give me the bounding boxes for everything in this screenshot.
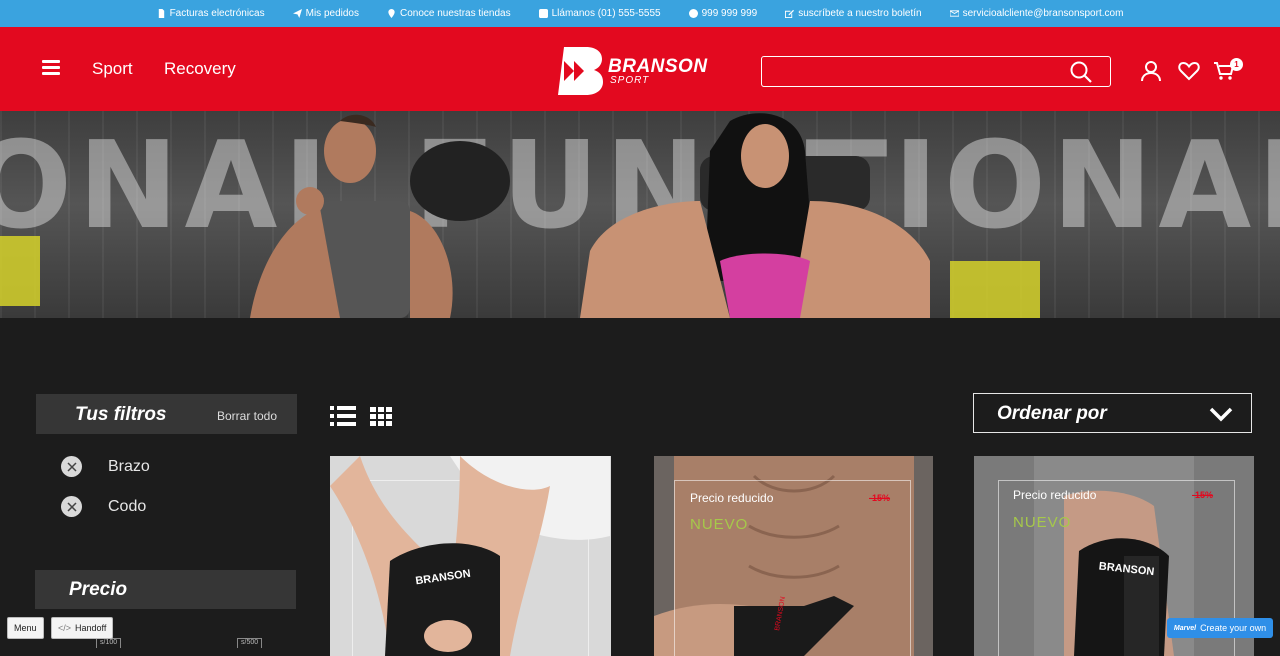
- nav-link-recovery[interactable]: Recovery: [164, 59, 236, 79]
- filters-header: Tus filtros Borrar todo: [36, 394, 297, 434]
- whatsapp-icon: [688, 9, 698, 18]
- price-min-label: s/100: [96, 638, 122, 648]
- top-info-bar: Facturas electrónicas Mis pedidos Conoce…: [0, 0, 1280, 27]
- reduced-price-badge: Precio reducido: [690, 491, 774, 505]
- code-icon: </>: [58, 623, 72, 633]
- map-pin-icon: [388, 9, 395, 18]
- card-frame: [674, 480, 911, 656]
- topbar-item-label: suscríbete a nuestro boletín: [798, 8, 922, 19]
- topbar-item-label: Mis pedidos: [305, 8, 359, 19]
- site-header: Sport Recovery BRANSON SPORT: [0, 27, 1280, 111]
- branson-logo-mark: [558, 47, 603, 95]
- user-icon[interactable]: [1140, 60, 1162, 82]
- phone-icon: [538, 9, 548, 18]
- sort-label: Ordenar por: [997, 403, 1107, 424]
- hero-banner: ONAL FUNCTIONAL: [0, 111, 1280, 318]
- price-filter-header[interactable]: Precio: [35, 570, 296, 609]
- topbar-item-label: servicioalcliente@bransonsport.com: [962, 8, 1124, 19]
- create-your-own-button[interactable]: Marvel Create your own: [1167, 618, 1273, 638]
- banner-decoration: [0, 236, 40, 306]
- cart-count-badge: 1: [1230, 58, 1243, 71]
- product-card[interactable]: BRANSON: [330, 456, 611, 656]
- price-filter-title: Precio: [69, 579, 128, 600]
- product-image-elbow-support: BRANSON: [330, 456, 610, 656]
- remove-filter-icon[interactable]: [61, 496, 82, 517]
- topbar-item-label: Llámanos (01) 555-5555: [551, 8, 661, 19]
- sort-dropdown[interactable]: Ordenar por: [973, 393, 1252, 433]
- search-input[interactable]: [762, 57, 1062, 86]
- devtool-handoff-label: Handoff: [75, 623, 107, 633]
- document-icon: [158, 9, 164, 18]
- devtool-menu-label: Menu: [14, 623, 37, 633]
- paper-plane-icon: [292, 9, 302, 18]
- topbar-item-phone[interactable]: Llámanos (01) 555-5555: [538, 8, 661, 19]
- active-filter-brazo[interactable]: Brazo: [61, 456, 150, 477]
- filter-label: Brazo: [108, 457, 150, 475]
- clear-filters-link[interactable]: Borrar todo: [217, 409, 277, 423]
- male-athlete-image: [250, 114, 510, 318]
- banner-decoration: [950, 261, 1040, 318]
- new-badge: NUEVO: [1013, 514, 1072, 531]
- reduced-price-badge: Precio reducido: [1013, 488, 1097, 502]
- search-box: [761, 56, 1111, 87]
- mail-icon: [949, 10, 959, 17]
- new-badge: NUEVO: [690, 516, 749, 533]
- nav-link-sport[interactable]: Sport: [92, 59, 133, 79]
- discount-badge: -15%: [1192, 490, 1214, 500]
- edit-icon: [785, 9, 795, 18]
- menu-icon[interactable]: [42, 60, 60, 75]
- grid-view-icon[interactable]: [370, 405, 396, 427]
- topbar-item-whatsapp[interactable]: 999 999 999: [688, 8, 758, 19]
- create-your-own-label: Create your own: [1200, 623, 1267, 633]
- topbar-item-stores[interactable]: Conoce nuestras tiendas: [387, 8, 511, 19]
- topbar-item-label: Facturas electrónicas: [169, 8, 265, 19]
- devtool-menu-button[interactable]: Menu: [7, 617, 44, 639]
- topbar-item-invoices[interactable]: Facturas electrónicas: [157, 8, 265, 19]
- discount-badge: -15%: [869, 493, 891, 503]
- topbar-item-label: 999 999 999: [701, 8, 758, 19]
- topbar-item-orders[interactable]: Mis pedidos: [292, 8, 359, 19]
- remove-filter-icon[interactable]: [61, 456, 82, 477]
- marvel-logo-icon: Marvel: [1173, 624, 1197, 632]
- search-icon[interactable]: [1070, 61, 1092, 83]
- active-filter-codo[interactable]: Codo: [61, 496, 146, 517]
- topbar-item-label: Conoce nuestras tiendas: [399, 8, 511, 19]
- devtool-handoff-button[interactable]: </> Handoff: [51, 617, 114, 639]
- topbar-item-email[interactable]: servicioalcliente@bransonsport.com: [949, 8, 1124, 19]
- female-athlete-image: [580, 113, 930, 318]
- filters-title: Tus filtros: [75, 404, 167, 425]
- topbar-item-newsletter[interactable]: suscríbete a nuestro boletín: [785, 8, 922, 19]
- filter-label: Codo: [108, 497, 147, 515]
- branson-logo[interactable]: BRANSON SPORT: [558, 47, 708, 97]
- logo-sub-text: SPORT: [610, 75, 650, 86]
- list-view-icon[interactable]: [330, 405, 356, 427]
- product-card[interactable]: BRANSON Precio reducido NUEVO -15%: [654, 456, 933, 656]
- price-max-label: s/500: [237, 638, 263, 648]
- heart-icon[interactable]: [1178, 60, 1200, 82]
- chevron-down-icon: [1209, 407, 1233, 422]
